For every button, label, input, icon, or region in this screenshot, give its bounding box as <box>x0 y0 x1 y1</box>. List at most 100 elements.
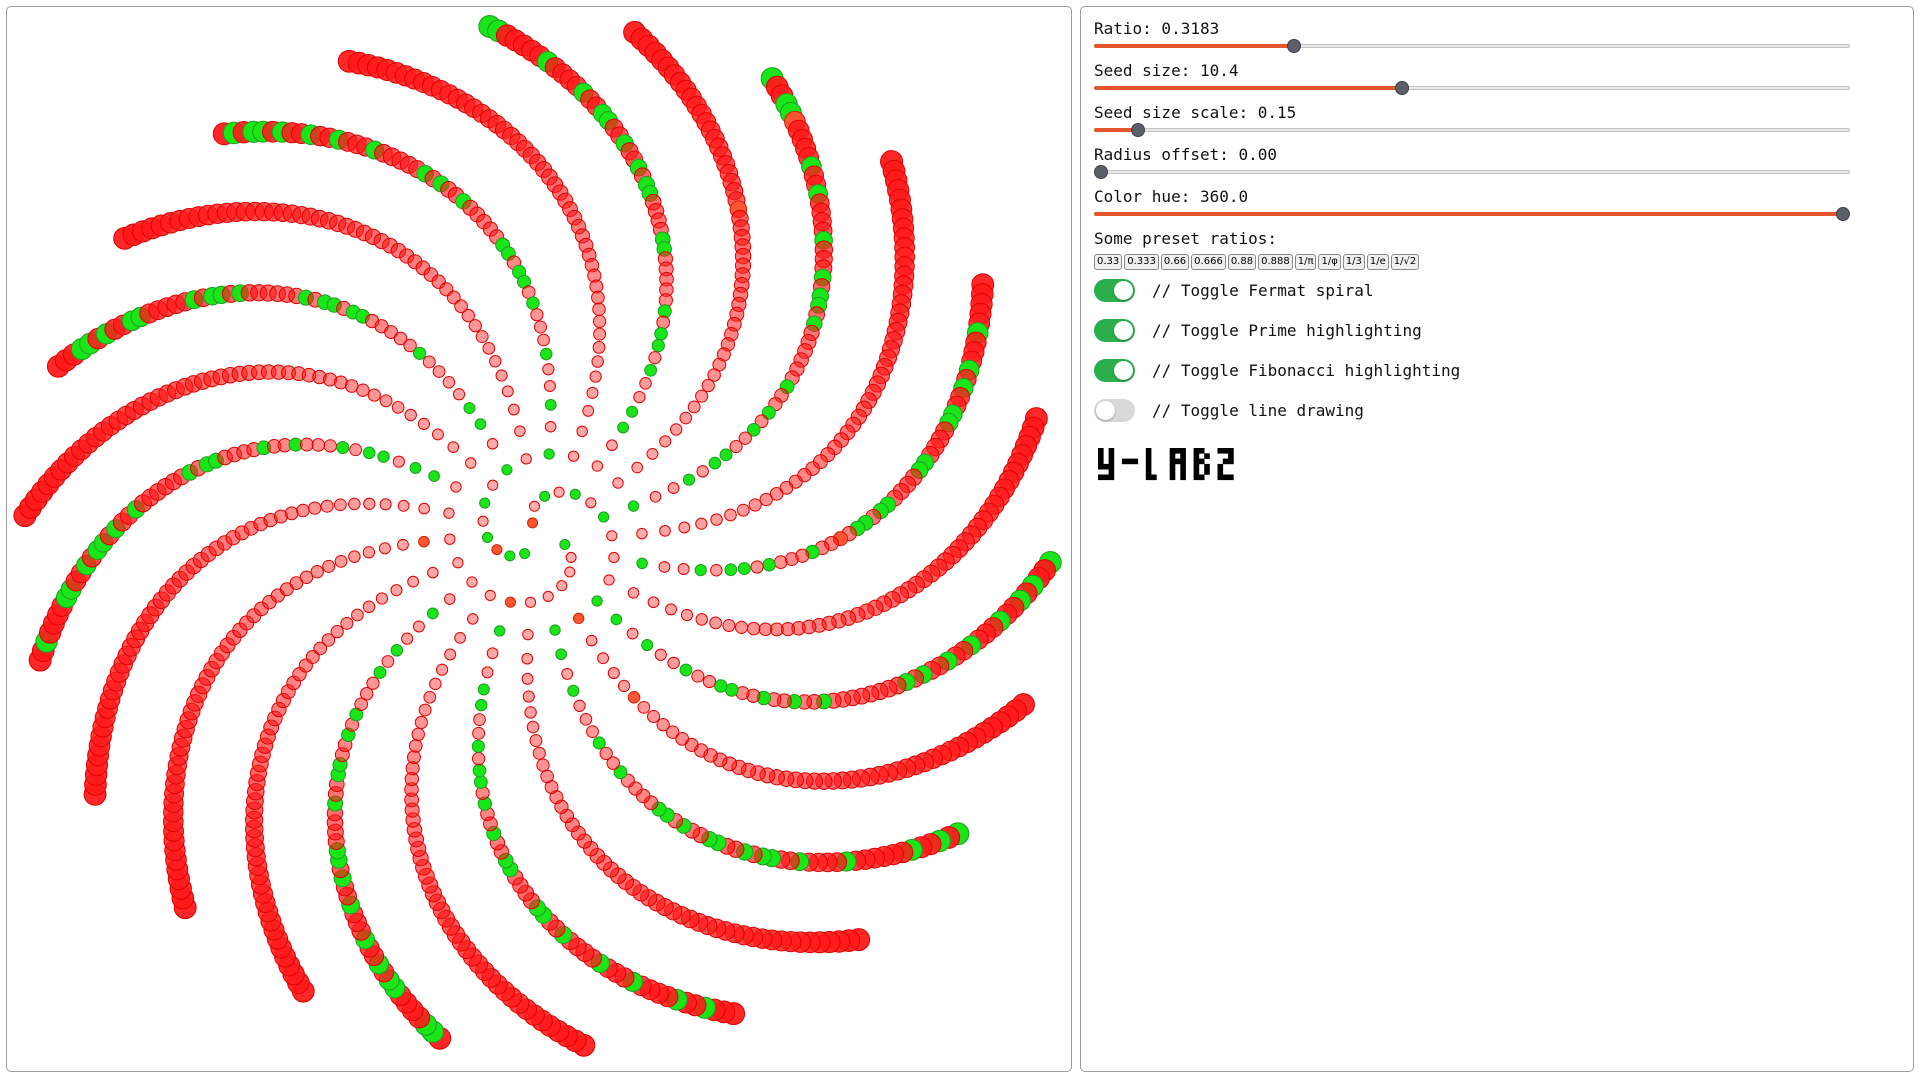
seed <box>471 739 485 753</box>
seed <box>482 342 496 355</box>
seed <box>539 347 553 361</box>
seed <box>467 613 479 625</box>
color-hue-slider[interactable] <box>1094 207 1850 221</box>
seed <box>414 715 428 729</box>
seed <box>608 551 620 564</box>
seed <box>519 548 531 560</box>
seed-size-scale-slider[interactable] <box>1094 123 1850 137</box>
seed <box>713 679 728 693</box>
seed <box>585 497 597 509</box>
seed <box>486 647 499 660</box>
seed <box>477 515 489 527</box>
seed <box>694 563 707 577</box>
seed <box>381 655 395 668</box>
seed <box>351 608 364 622</box>
preset-button-1-over-e[interactable]: 1/e <box>1366 254 1389 270</box>
seed <box>567 450 580 462</box>
seed <box>452 388 466 401</box>
seed <box>617 421 630 434</box>
seed <box>349 443 363 457</box>
seed <box>724 508 737 522</box>
seed-size-scale-slider-block: Seed size scale: 0.15 <box>1094 103 1900 137</box>
seed <box>680 608 694 622</box>
toggle-prime-row: // Toggle Prime highlighting <box>1094 310 1900 350</box>
preset-button-1-over-3[interactable]: 1/3 <box>1342 254 1365 270</box>
logo-svg <box>1098 448 1234 481</box>
seed <box>610 613 623 626</box>
spiral-canvas[interactable] <box>6 6 1072 1072</box>
preset-button-0.66[interactable]: 0.66 <box>1160 254 1190 270</box>
preset-button-0.333[interactable]: 0.333 <box>1124 254 1159 270</box>
toggle-prime-label: // Toggle Prime highlighting <box>1152 320 1422 340</box>
toggle-fermat-switch[interactable] <box>1094 278 1135 302</box>
toggle-prime-switch[interactable] <box>1094 318 1135 342</box>
toggle-knob <box>1114 280 1133 300</box>
seed <box>576 425 588 438</box>
seed <box>443 593 456 605</box>
seed <box>454 632 467 644</box>
seed <box>475 330 489 344</box>
seed <box>585 634 598 647</box>
seed <box>435 663 449 676</box>
seed <box>722 618 736 632</box>
seed <box>656 315 671 330</box>
seed <box>606 530 618 542</box>
seed <box>473 713 486 726</box>
seed-size-scale-slider-thumb[interactable] <box>1131 123 1146 137</box>
seed <box>592 314 607 329</box>
seed <box>669 423 683 436</box>
preset-button-0.88[interactable]: 0.88 <box>1227 254 1257 270</box>
seed <box>422 355 436 369</box>
seed <box>526 720 540 734</box>
preset-button-0.33[interactable]: 0.33 <box>1094 254 1123 270</box>
seed <box>522 628 534 641</box>
seed <box>636 557 648 570</box>
seed <box>429 677 442 691</box>
seed-size-slider-thumb[interactable] <box>1394 81 1409 95</box>
seed <box>651 338 665 353</box>
seed <box>746 621 761 636</box>
preset-ratios-label: Some preset ratios: <box>1094 229 1278 248</box>
seed <box>695 517 708 530</box>
seed <box>678 521 691 534</box>
seed <box>591 460 604 472</box>
seed <box>362 546 376 559</box>
color-hue-slider-block: Color hue: 360.0 <box>1094 187 1900 221</box>
seed <box>748 498 762 512</box>
preset-button-0.666[interactable]: 0.666 <box>1191 254 1226 270</box>
ratio-slider-thumb[interactable] <box>1286 39 1301 53</box>
seed <box>310 565 324 579</box>
seed <box>599 746 613 761</box>
seed <box>426 607 439 620</box>
seed <box>773 555 788 569</box>
seed <box>363 497 376 510</box>
radius-offset-slider-thumb[interactable] <box>1094 165 1108 179</box>
ratio-slider[interactable] <box>1094 39 1850 53</box>
seed <box>390 584 403 597</box>
seed <box>636 527 648 540</box>
preset-button-0.888[interactable]: 0.888 <box>1258 254 1293 270</box>
preset-button-1-over-phi[interactable]: 1/φ <box>1318 254 1341 270</box>
color-hue-slider-thumb[interactable] <box>1836 207 1850 221</box>
seed <box>493 625 506 637</box>
toggle-line-drawing-switch[interactable] <box>1094 398 1135 422</box>
seed <box>284 506 299 521</box>
seed <box>549 624 561 636</box>
seed <box>392 455 405 468</box>
preset-button-1-over-pi[interactable]: 1/π <box>1294 254 1317 270</box>
seed <box>644 363 658 377</box>
toggle-fibonacci-switch[interactable] <box>1094 358 1135 382</box>
seed <box>373 665 387 679</box>
seed-size-slider[interactable] <box>1094 81 1850 95</box>
seed <box>477 683 490 696</box>
seed <box>591 595 603 607</box>
seed <box>734 620 749 634</box>
seed <box>330 625 344 639</box>
seed <box>320 499 334 513</box>
seed <box>442 376 456 389</box>
seed <box>484 589 496 601</box>
preset-button-1-over-sqrt2[interactable]: 1/√2 <box>1390 254 1420 270</box>
toggle-fibonacci-row: // Toggle Fibonacci highlighting <box>1094 350 1900 390</box>
seed <box>649 490 662 503</box>
radius-offset-slider[interactable] <box>1094 165 1850 179</box>
